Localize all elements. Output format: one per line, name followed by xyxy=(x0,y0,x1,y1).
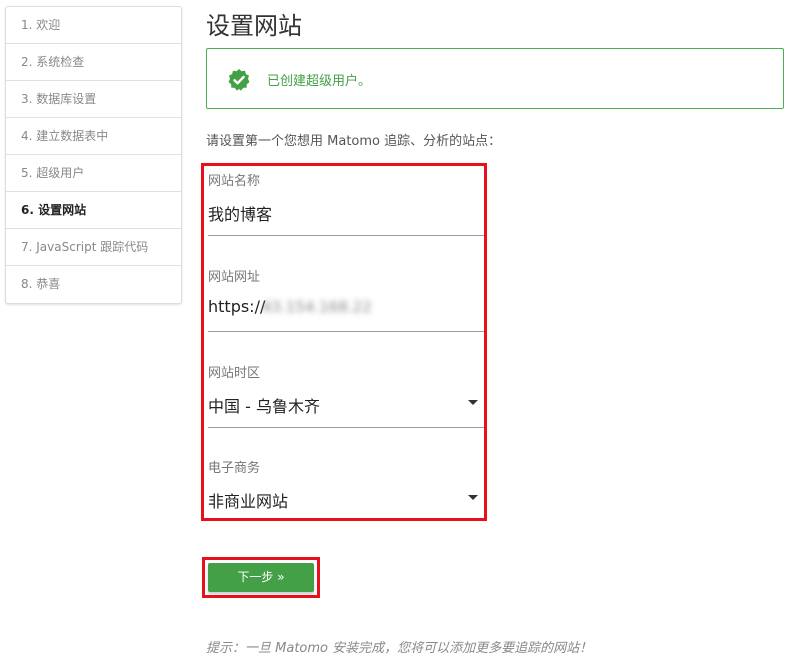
site-name-label: 网站名称 xyxy=(208,174,261,189)
site-url-input[interactable]: https:// xyxy=(208,297,265,316)
step-congratulations: 8. 恭喜 xyxy=(21,277,61,291)
ecommerce-value: 非商业网站 xyxy=(208,492,289,511)
site-url-blurred-host: 43.154.168.22 xyxy=(262,298,372,316)
site-url-label: 网站网址 xyxy=(208,270,261,285)
step-database-setup: 3. 数据库设置 xyxy=(6,81,181,118)
website-form: 网站名称 我的博客 网站网址 https:// 43.154.168.22 网站… xyxy=(201,163,487,521)
timezone-label: 网站时区 xyxy=(208,366,261,381)
success-alert: 已创建超级用户。 xyxy=(206,48,784,109)
site-url-field[interactable]: 网站网址 https:// 43.154.168.22 xyxy=(208,262,484,332)
site-name-input[interactable]: 我的博客 xyxy=(208,201,272,225)
check-badge-icon xyxy=(228,69,250,91)
caret-down-icon xyxy=(468,495,478,500)
page-title: 设置网站 xyxy=(206,12,302,40)
step-setup-website: 6. 设置网站 xyxy=(6,192,181,229)
timezone-select[interactable]: 网站时区 中国 - 乌鲁木齐 xyxy=(208,358,484,428)
step-super-user: 5. 超级用户 xyxy=(6,155,181,192)
next-button[interactable]: 下一步 » xyxy=(208,563,314,592)
ecommerce-select[interactable]: 电子商务 非商业网站 xyxy=(208,453,484,523)
site-name-field[interactable]: 网站名称 我的博客 xyxy=(208,166,484,236)
ecommerce-label: 电子商务 xyxy=(208,461,261,476)
alert-message: 已创建超级用户。 xyxy=(267,74,372,89)
setup-intro-text: 请设置第一个您想用 Matomo 追踪、分析的站点： xyxy=(206,134,502,149)
step-javascript-tracking: 7. JavaScript 跟踪代码 xyxy=(6,229,181,266)
caret-down-icon xyxy=(468,400,478,405)
next-button-highlight: 下一步 » xyxy=(202,557,320,598)
step-system-check: 2. 系统检查 xyxy=(6,44,181,81)
step-creating-tables: 4. 建立数据表中 xyxy=(6,118,181,155)
step-welcome: 1. 欢迎 xyxy=(6,7,181,44)
tip-text: 提示：一旦 Matomo 安装完成，您将可以添加更多要追踪的网站！ xyxy=(206,641,593,656)
timezone-value: 中国 - 乌鲁木齐 xyxy=(208,397,320,416)
installation-steps-sidebar: 1. 欢迎 2. 系统检查 3. 数据库设置 4. 建立数据表中 5. 超级用户… xyxy=(5,6,182,304)
